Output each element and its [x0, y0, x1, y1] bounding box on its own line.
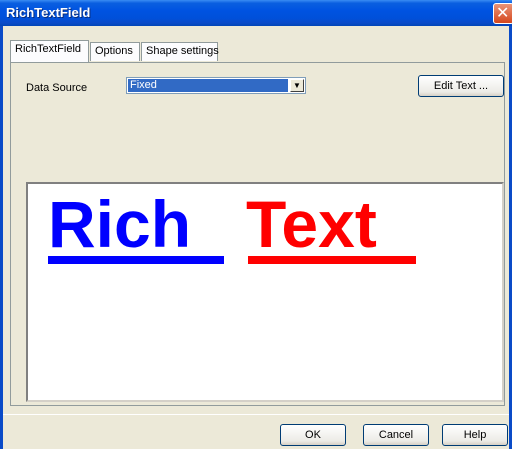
window-title: RichTextField	[6, 5, 91, 20]
preview-word-text: Text	[246, 187, 377, 261]
data-source-value: Fixed	[128, 79, 288, 92]
help-button[interactable]: Help	[442, 424, 508, 446]
data-source-select[interactable]: Fixed ▼	[126, 77, 306, 94]
preview-word-rich: Rich	[48, 187, 192, 261]
tab-shape-settings[interactable]: Shape settings	[141, 42, 219, 61]
title-bar: RichTextField ✕	[0, 0, 512, 26]
data-source-label: Data Source	[26, 82, 88, 94]
cancel-button[interactable]: Cancel	[363, 424, 429, 446]
close-icon: ✕	[496, 3, 510, 22]
close-button[interactable]: ✕	[493, 3, 512, 24]
preview-underline-rich	[48, 256, 224, 264]
edit-text-button[interactable]: Edit Text ...	[418, 75, 504, 97]
tab-options[interactable]: Options	[90, 42, 140, 61]
preview-underline-text	[248, 256, 416, 264]
window-frame-left	[0, 26, 3, 449]
tab-richtextfield[interactable]: RichTextField	[10, 40, 89, 62]
ok-button[interactable]: OK	[280, 424, 346, 446]
footer-separator	[3, 414, 509, 415]
chevron-down-icon[interactable]: ▼	[290, 79, 304, 92]
rich-text-preview: Rich Text	[26, 182, 504, 402]
